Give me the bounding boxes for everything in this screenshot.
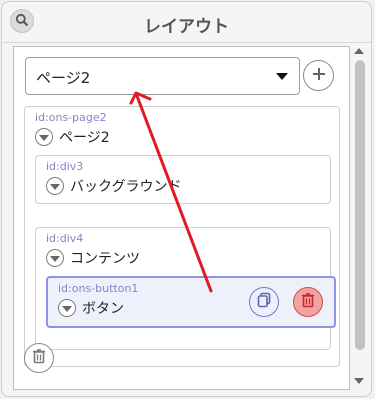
node-row: ページ2 <box>35 127 110 147</box>
caret-down-icon <box>276 73 288 80</box>
node-row: ボタン <box>58 298 124 318</box>
tree-node-contents[interactable]: id:div4 コンテンツ id:ons-button1 ボタン <box>35 227 336 350</box>
scroll-up-arrow-icon[interactable] <box>354 48 364 54</box>
node-label: ページ2 <box>59 130 110 146</box>
trash-icon <box>300 292 316 312</box>
panel-header: レイアウト <box>2 2 371 43</box>
tree-node-button-selected[interactable]: id:ons-button1 ボタン <box>46 276 336 328</box>
trash-icon <box>31 348 47 368</box>
chevron-down-icon[interactable] <box>46 249 64 267</box>
scroll-down-arrow-icon[interactable] <box>354 378 364 384</box>
chevron-down-icon[interactable] <box>35 128 53 146</box>
tree-node-background[interactable]: id:div3 バックグラウンド <box>35 155 331 204</box>
scrollbar[interactable] <box>352 46 367 390</box>
chevron-down-icon[interactable] <box>58 299 76 317</box>
layout-panel: レイアウト ページ2 id:ons-page2 ページ2 id:div3 バック… <box>1 1 372 397</box>
copy-button[interactable] <box>249 287 279 317</box>
tree-node-page[interactable]: id:ons-page2 ページ2 id:div3 バックグラウンド id:di… <box>24 106 340 367</box>
delete-button[interactable] <box>293 287 323 317</box>
chevron-down-icon[interactable] <box>46 177 64 195</box>
add-page-button[interactable] <box>303 60 334 91</box>
node-id: id:div3 <box>46 160 84 173</box>
node-row: コンテンツ <box>46 248 140 268</box>
node-id: id:ons-page2 <box>35 111 107 124</box>
copy-icon <box>256 292 272 312</box>
scroll-thumb[interactable] <box>355 60 365 350</box>
node-id: id:ons-button1 <box>58 282 139 295</box>
page-select-value: ページ2 <box>36 69 91 87</box>
trash-button[interactable] <box>24 343 54 373</box>
node-label: バックグラウンド <box>70 179 182 195</box>
node-row: バックグラウンド <box>46 176 181 196</box>
plus-icon <box>311 66 327 86</box>
node-label: コンテンツ <box>70 251 140 267</box>
node-label: ボタン <box>82 301 124 317</box>
layout-content: ページ2 id:ons-page2 ページ2 id:div3 バックグラウンド <box>13 46 350 390</box>
page-select[interactable]: ページ2 <box>25 57 300 95</box>
node-id: id:div4 <box>46 232 84 245</box>
panel-title: レイアウト <box>144 17 229 37</box>
